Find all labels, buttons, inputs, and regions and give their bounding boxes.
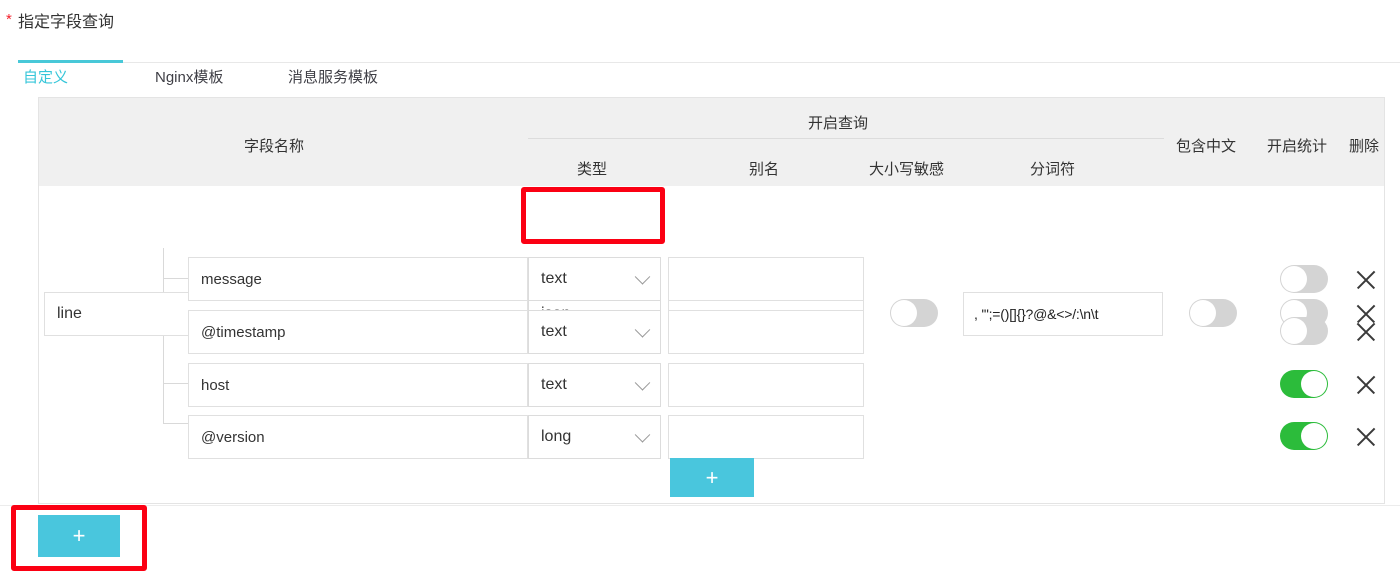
type-select-row-5[interactable]: long <box>528 415 661 459</box>
type-select-value-row-4: text <box>541 376 567 393</box>
tree-branch-line <box>163 278 188 279</box>
enable-stats-toggle-row-2[interactable] <box>1280 265 1328 293</box>
separator-input-row-1[interactable]: , '";=()[]{}?@&<>/:\n\t <box>963 292 1163 336</box>
toggle-knob <box>1281 266 1307 292</box>
column-header-enable-stats: 开启统计 <box>1267 138 1328 155</box>
case-sensitive-toggle-row-1[interactable] <box>890 299 938 327</box>
add-field-button[interactable]: + <box>38 515 120 557</box>
column-header-type: 类型 <box>577 161 608 178</box>
type-select-row-3[interactable]: text <box>528 310 661 354</box>
chevron-down-icon <box>634 375 651 391</box>
page-root: * 指定字段查询 自定义 Nginx模板 消息服务模板 字段名称 开启查询 类型… <box>0 0 1400 574</box>
toggle-knob <box>1281 318 1307 344</box>
tab-custom[interactable]: 自定义 <box>23 66 68 87</box>
field-name-input-row-4[interactable]: host <box>188 363 528 407</box>
toggle-knob <box>1190 300 1216 326</box>
page-title: 指定字段查询 <box>18 14 115 31</box>
type-select-value-row-2: text <box>541 270 567 287</box>
column-header-case-sensitive: 大小写敏感 <box>869 161 945 178</box>
chevron-down-icon <box>634 322 651 338</box>
toggle-knob <box>1301 371 1327 397</box>
chevron-down-icon <box>634 427 651 443</box>
toggle-knob <box>891 300 917 326</box>
tab-bar: 自定义 Nginx模板 消息服务模板 <box>0 32 1400 86</box>
section-divider <box>0 505 1400 506</box>
column-header-delete: 删除 <box>1349 138 1380 155</box>
tree-branch-line <box>163 383 188 384</box>
delete-row-2-icon[interactable] <box>1353 267 1379 293</box>
column-header-enable-query: 开启查询 <box>808 115 869 132</box>
alias-input-row-5[interactable] <box>668 415 864 459</box>
type-select-row-2[interactable]: text <box>528 257 661 301</box>
column-header-field-name: 字段名称 <box>244 138 305 155</box>
tab-message-service-template[interactable]: 消息服务模板 <box>288 66 378 87</box>
type-select-value-row-3: text <box>541 323 567 340</box>
enable-stats-toggle-row-3[interactable] <box>1280 317 1328 345</box>
alias-input-row-2[interactable] <box>668 257 864 301</box>
field-table: 字段名称 开启查询 类型 别名 大小写敏感 分词符 包含中文 开启统计 删除 l… <box>38 97 1385 504</box>
column-header-contains-chinese: 包含中文 <box>1176 138 1237 155</box>
alias-input-row-4[interactable] <box>668 363 864 407</box>
contains-chinese-toggle-row-1[interactable] <box>1189 299 1237 327</box>
column-header-alias: 别名 <box>749 161 780 178</box>
column-header-separator: 分词符 <box>1030 161 1076 178</box>
delete-row-3-icon[interactable] <box>1353 319 1379 345</box>
tree-branch-line <box>163 423 188 424</box>
field-name-input-row-5[interactable]: @version <box>188 415 528 459</box>
tab-underline <box>18 62 1400 63</box>
type-select-row-4[interactable]: text <box>528 363 661 407</box>
delete-row-4-icon[interactable] <box>1353 372 1379 398</box>
required-marker: * <box>6 11 12 28</box>
enable-stats-toggle-row-4[interactable] <box>1280 370 1328 398</box>
field-name-input-row-3[interactable]: @timestamp <box>188 310 528 354</box>
alias-input-row-3[interactable] <box>668 310 864 354</box>
tab-nginx-template[interactable]: Nginx模板 <box>155 66 223 87</box>
chevron-down-icon <box>634 269 651 285</box>
delete-row-5-icon[interactable] <box>1353 424 1379 450</box>
tab-active-indicator <box>18 60 123 63</box>
add-nested-field-button[interactable]: + <box>670 458 754 497</box>
table-header: 字段名称 开启查询 类型 别名 大小写敏感 分词符 包含中文 开启统计 删除 <box>39 98 1384 186</box>
enable-stats-toggle-row-5[interactable] <box>1280 422 1328 450</box>
header-group-divider <box>528 138 1164 139</box>
type-select-value-row-5: long <box>541 428 572 445</box>
toggle-knob <box>1301 423 1327 449</box>
field-name-input-row-2[interactable]: message <box>188 257 528 301</box>
